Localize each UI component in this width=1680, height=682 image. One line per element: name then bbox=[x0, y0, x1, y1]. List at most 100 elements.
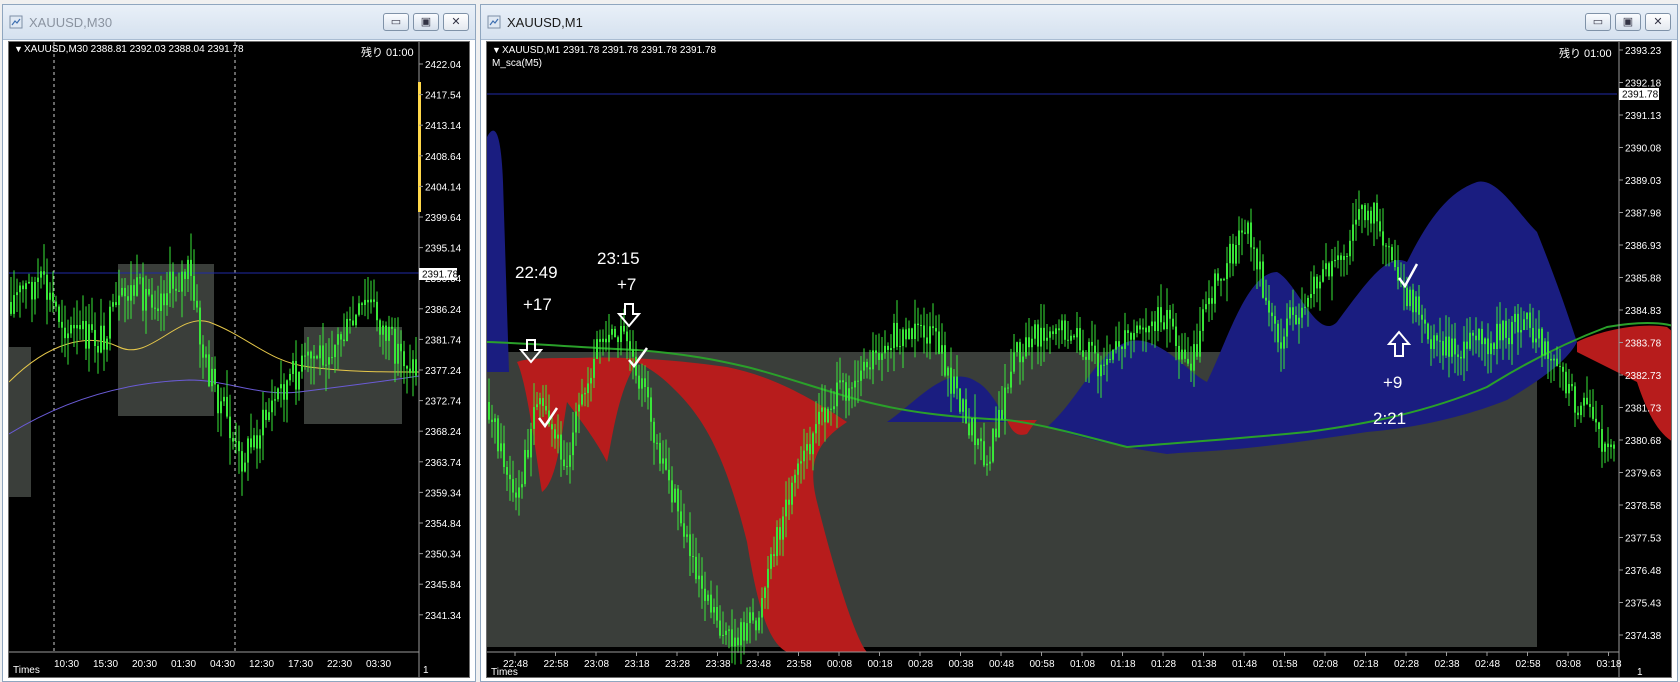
candle-body bbox=[1307, 297, 1309, 307]
chart-area[interactable]: 22:49 +17 23:15 +7 +9 2:21 2393.23 2392.1… bbox=[486, 41, 1672, 678]
price-tick-label: 2387.98 bbox=[1625, 209, 1662, 220]
title-bar[interactable]: XAUUSD,M30 ▭ ▣ ✕ bbox=[3, 5, 475, 40]
chevron-down-icon[interactable]: ▼ bbox=[14, 44, 23, 54]
candle-body bbox=[812, 433, 814, 455]
candle-body bbox=[1586, 397, 1588, 405]
candle-body bbox=[289, 374, 291, 381]
candle-body bbox=[1190, 363, 1192, 371]
candle-body bbox=[214, 368, 216, 385]
window-title: XAUUSD,M1 bbox=[507, 15, 583, 30]
candle-body bbox=[1277, 323, 1279, 343]
candle-body bbox=[827, 408, 829, 423]
close-button[interactable]: ✕ bbox=[1645, 13, 1671, 31]
candle-body bbox=[391, 326, 393, 329]
candle-body bbox=[869, 367, 871, 370]
candle-body bbox=[782, 516, 784, 540]
candle-body bbox=[1184, 349, 1186, 359]
price-tick-label: 2381.74 bbox=[425, 335, 462, 346]
candle-body bbox=[316, 356, 318, 359]
candle-body bbox=[503, 443, 505, 468]
price-tick-label: 2359.34 bbox=[425, 488, 462, 499]
title-bar[interactable]: XAUUSD,M1 ▭ ▣ ✕ bbox=[481, 5, 1677, 40]
time-tick-label: 01:38 bbox=[1192, 659, 1217, 670]
candle-body bbox=[346, 318, 348, 342]
chart-area[interactable]: 2422.04 2417.54 2413.14 2408.64 2404.14 2399.… bbox=[8, 41, 470, 678]
candle-body bbox=[1004, 387, 1006, 420]
candle-body bbox=[1346, 256, 1348, 258]
candle-body bbox=[650, 397, 652, 422]
time-tick-label: 23:08 bbox=[584, 659, 609, 670]
candle-body bbox=[103, 325, 105, 350]
candle-body bbox=[28, 281, 30, 284]
candle-body bbox=[977, 438, 979, 446]
candle-body bbox=[596, 339, 598, 359]
time-tick-label: 02:28 bbox=[1394, 659, 1419, 670]
symbol-ohlc-header: XAUUSD,M30 2388.81 2392.03 2388.04 2391.… bbox=[24, 44, 244, 55]
candle-body bbox=[656, 442, 658, 444]
candle-body bbox=[70, 324, 72, 334]
candle-body bbox=[1100, 364, 1102, 377]
candle-body bbox=[593, 358, 595, 378]
m30-price-chart[interactable]: 2422.04 2417.54 2413.14 2408.64 2404.14 2399.… bbox=[9, 42, 470, 678]
close-button[interactable]: ✕ bbox=[443, 13, 469, 31]
candle-body bbox=[629, 341, 631, 350]
candle-body bbox=[271, 400, 273, 413]
candle-body bbox=[1313, 276, 1315, 294]
candle-body bbox=[1160, 307, 1162, 323]
candle-body bbox=[1064, 320, 1066, 340]
maximize-button[interactable]: ▣ bbox=[413, 13, 439, 31]
m1-price-chart[interactable]: 22:49 +17 23:15 +7 +9 2:21 2393.23 2392.1… bbox=[487, 42, 1672, 678]
candle-body bbox=[953, 376, 955, 394]
candle-body bbox=[1268, 300, 1270, 313]
time-tick-label: 02:08 bbox=[1313, 659, 1338, 670]
time-tick-label: 23:28 bbox=[665, 659, 690, 670]
candle-body bbox=[142, 277, 144, 311]
corner-number: 1 bbox=[423, 665, 429, 676]
candle-body bbox=[268, 412, 270, 421]
candle-body bbox=[560, 434, 562, 460]
minimize-button[interactable]: ▭ bbox=[1585, 13, 1611, 31]
candle-body bbox=[1409, 289, 1411, 307]
candle-body bbox=[1352, 224, 1354, 241]
candle-body bbox=[707, 594, 709, 601]
candle-body bbox=[527, 449, 529, 458]
price-tick-label: 2363.74 bbox=[425, 458, 462, 469]
candle-body bbox=[1289, 307, 1291, 319]
time-tick-label: 04:30 bbox=[210, 659, 235, 670]
candle-body bbox=[1304, 306, 1306, 308]
chart-window-m1[interactable]: XAUUSD,M1 ▭ ▣ ✕ 22:49 +17 23:15 +7 +9 2:… bbox=[480, 4, 1678, 682]
candle-body bbox=[710, 594, 712, 613]
chevron-down-icon[interactable]: ▼ bbox=[492, 45, 501, 55]
candle-body bbox=[1070, 335, 1072, 341]
candle-body bbox=[22, 285, 24, 290]
candle-body bbox=[1133, 333, 1135, 340]
candle-body bbox=[106, 338, 108, 350]
maximize-button[interactable]: ▣ bbox=[1615, 13, 1641, 31]
candle-body bbox=[1220, 279, 1222, 281]
candle-body bbox=[1340, 255, 1342, 260]
price-tick-label: 2380.68 bbox=[1625, 436, 1662, 447]
price-tick-label: 2341.34 bbox=[425, 611, 462, 622]
candle-body bbox=[1391, 247, 1393, 261]
candle-body bbox=[524, 449, 526, 485]
time-tick-label: 01:30 bbox=[171, 659, 196, 670]
chart-window-m30[interactable]: XAUUSD,M30 ▭ ▣ ✕ 2422.04 2417.54 2413.14… bbox=[2, 4, 476, 682]
candle-body bbox=[1316, 276, 1318, 289]
candle-body bbox=[1385, 245, 1387, 247]
candle-body bbox=[1499, 323, 1501, 341]
candle-body bbox=[130, 285, 132, 301]
candle-body bbox=[1325, 263, 1327, 270]
candle-body bbox=[947, 367, 949, 376]
candle-body bbox=[58, 306, 60, 322]
candle-body bbox=[1055, 328, 1057, 335]
price-tick-label: 2399.64 bbox=[425, 213, 462, 224]
price-tick-label: 2395.14 bbox=[425, 244, 462, 255]
minimize-button[interactable]: ▭ bbox=[383, 13, 409, 31]
price-tick-label: 2368.24 bbox=[425, 427, 462, 438]
candle-body bbox=[1322, 269, 1324, 282]
candle-body bbox=[854, 380, 856, 388]
candle-body bbox=[1121, 346, 1123, 349]
candle-body bbox=[49, 292, 51, 300]
price-tick-label: 2390.08 bbox=[1625, 144, 1662, 155]
candle-body bbox=[229, 416, 231, 439]
